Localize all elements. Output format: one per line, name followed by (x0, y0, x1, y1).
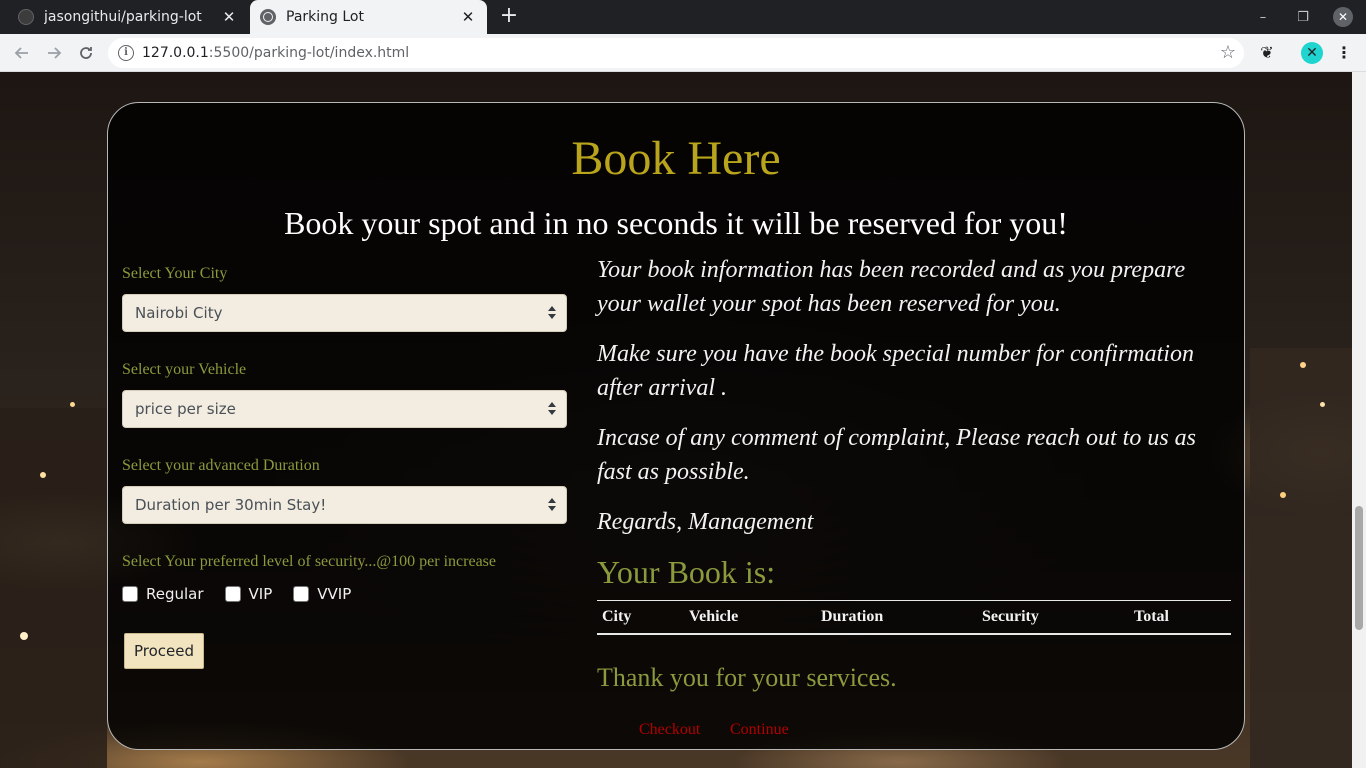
page-title: Book Here (571, 132, 781, 185)
info-paragraph-complaint: Incase of any comment of complaint, Plea… (597, 425, 1196, 485)
city-light (1320, 402, 1325, 407)
checkout-link[interactable]: Checkout (639, 721, 700, 739)
url-text: 127.0.0.1:5500/parking-lot/index.html (142, 45, 410, 61)
bookmark-star-icon[interactable]: ☆ (1220, 38, 1236, 68)
security-option-regular[interactable]: Regular (122, 585, 204, 603)
forward-button[interactable] (40, 39, 68, 67)
duration-select-value: Duration per 30min Stay! (135, 496, 327, 514)
duration-select[interactable]: Duration per 30min Stay! (122, 486, 567, 524)
city-light (40, 472, 46, 478)
select-arrows-icon (548, 402, 556, 416)
checkbox-regular[interactable] (122, 586, 138, 602)
page-scrollbar[interactable] (1352, 72, 1366, 768)
checkbox-vip[interactable] (224, 586, 241, 602)
reload-button[interactable] (72, 39, 100, 67)
city-light (1280, 492, 1286, 498)
column-header-security: Security (982, 608, 1039, 625)
security-label: Select Your preferred level of security.… (122, 553, 496, 570)
profile-avatar-icon[interactable]: ✕ (1301, 42, 1323, 64)
tab-strip: jasongithui/parking-lot ✕ Parking Lot ✕ … (0, 0, 1366, 34)
scrollbar-thumb[interactable] (1355, 506, 1363, 630)
city-label: Select Your City (122, 265, 228, 282)
tab-close-icon[interactable]: ✕ (455, 8, 481, 26)
city-select-value: Nairobi City (135, 304, 223, 322)
security-options: Regular VIP VVIP (122, 585, 372, 603)
select-arrows-icon (548, 498, 556, 512)
vehicle-label: Select your Vehicle (122, 361, 247, 378)
tab-close-icon[interactable]: ✕ (216, 8, 242, 26)
column-header-total: Total (1134, 608, 1169, 625)
column-header-duration: Duration (821, 608, 884, 625)
info-paragraph-recorded: Your book information has been recorded … (597, 257, 1186, 317)
back-button[interactable] (8, 39, 36, 67)
city-select[interactable]: Nairobi City (122, 294, 567, 332)
security-option-vip[interactable]: VIP (224, 585, 273, 603)
summary-table-header: City Vehicle Duration Security Total (597, 600, 1231, 635)
column-header-city: City (602, 608, 632, 625)
booking-card: Book Here Book your spot and in no secon… (107, 102, 1245, 750)
minimize-button[interactable]: – (1243, 0, 1283, 34)
checkbox-label: Regular (146, 585, 204, 603)
city-light (20, 632, 28, 640)
checkbox-label: VIP (248, 585, 273, 603)
checkbox-label: VVIP (317, 585, 352, 603)
tab-github[interactable]: jasongithui/parking-lot ✕ (0, 0, 248, 34)
column-header-vehicle: Vehicle (689, 608, 739, 625)
vehicle-select-value: price per size (135, 400, 236, 418)
info-paragraph-special-number: Make sure you have the book special numb… (597, 341, 1194, 401)
tab-parking-lot[interactable]: Parking Lot ✕ (250, 0, 487, 34)
tab-title: Parking Lot (286, 9, 364, 25)
address-bar[interactable]: i 127.0.0.1:5500/parking-lot/index.html … (108, 38, 1244, 68)
page-viewport: Book Here Book your spot and in no secon… (0, 72, 1352, 768)
summary-heading: Your Book is: (597, 554, 776, 590)
close-icon: ✕ (1333, 7, 1353, 27)
tab-title: jasongithui/parking-lot (44, 9, 202, 25)
browser-toolbar: i 127.0.0.1:5500/parking-lot/index.html … (0, 34, 1366, 72)
duration-label: Select your advanced Duration (122, 457, 320, 474)
security-option-vvip[interactable]: VVIP (293, 585, 351, 603)
city-light (1300, 362, 1306, 368)
restore-button[interactable]: ❐ (1283, 0, 1323, 34)
select-arrows-icon (548, 306, 556, 320)
background-building (1250, 348, 1352, 768)
info-icon[interactable]: i (118, 45, 134, 61)
proceed-button[interactable]: Proceed (124, 633, 204, 669)
page-subtitle: Book your spot and in no seconds it will… (284, 205, 1068, 241)
window-close-button[interactable]: ✕ (1323, 0, 1363, 34)
city-light (70, 402, 75, 407)
thank-you-message: Thank you for your services. (597, 663, 897, 692)
checkbox-vvip[interactable] (293, 586, 310, 602)
globe-icon (260, 9, 276, 25)
continue-link[interactable]: Continue (730, 721, 789, 739)
menu-icon[interactable]: ⋮ (1330, 39, 1358, 67)
new-tab-button[interactable]: + (497, 4, 521, 28)
github-icon (18, 9, 34, 25)
background-building (0, 408, 107, 768)
info-paragraph-regards: Regards, Management (597, 509, 814, 535)
vehicle-select[interactable]: price per size (122, 390, 567, 428)
extension-icon[interactable]: ❦ (1253, 39, 1281, 67)
